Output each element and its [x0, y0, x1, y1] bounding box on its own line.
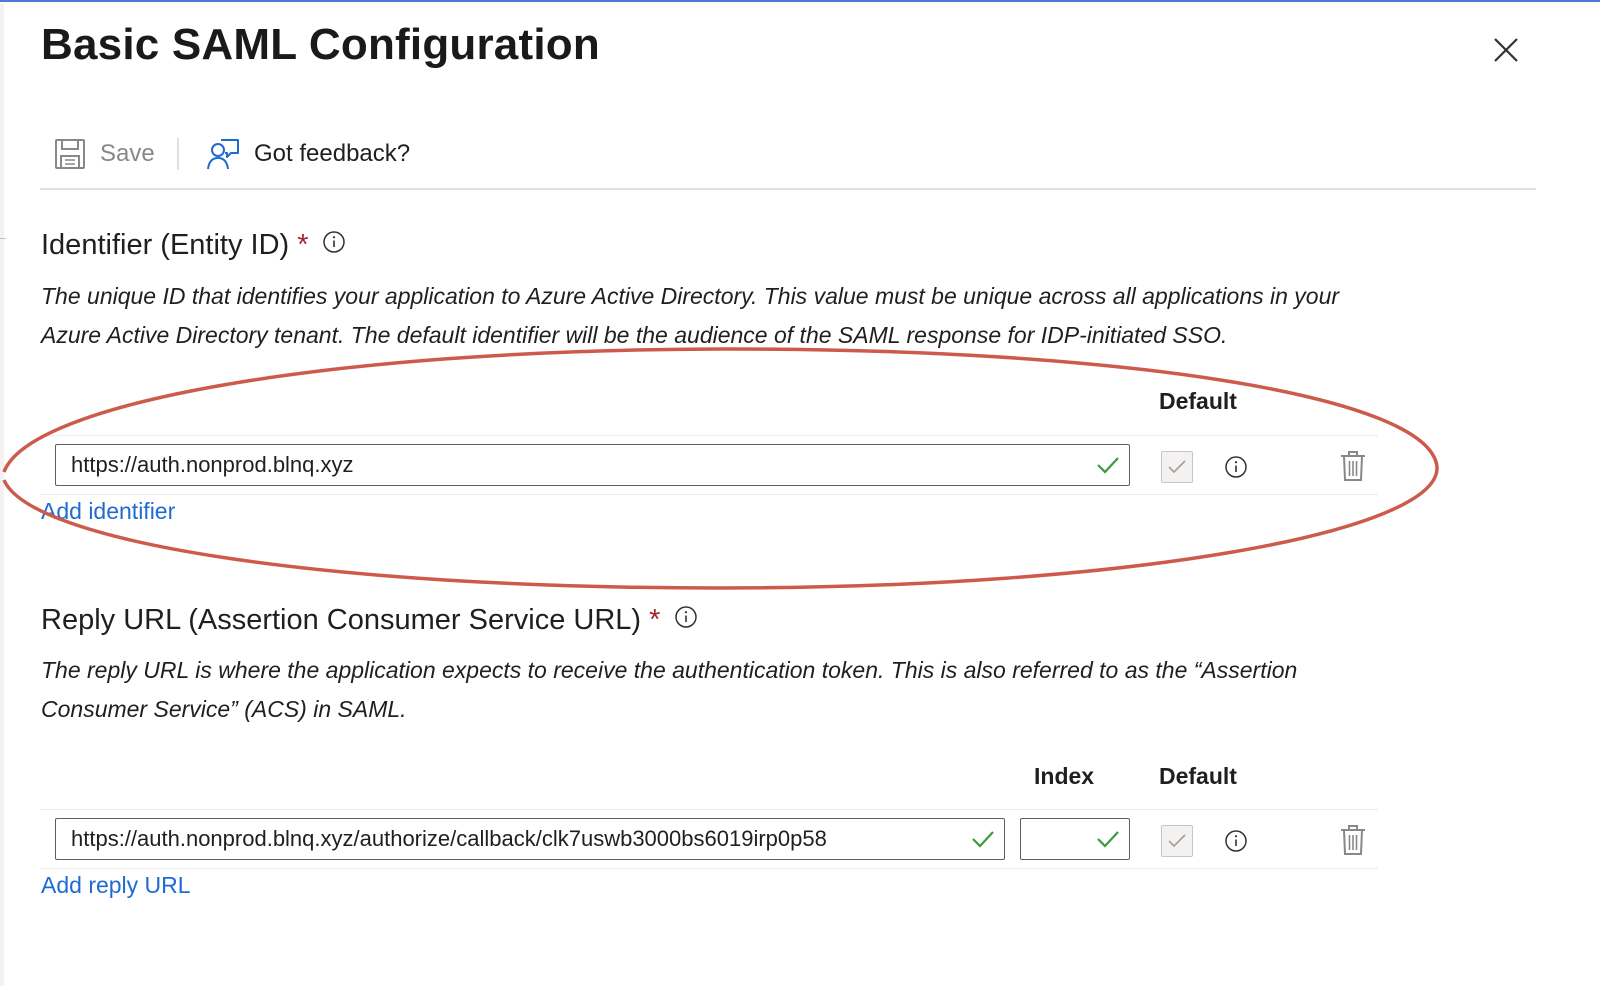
- command-bar: Save Got feedback?: [40, 130, 1536, 190]
- check-icon: [1097, 457, 1119, 474]
- info-icon[interactable]: [1224, 829, 1248, 853]
- left-edge-tick: [0, 238, 6, 239]
- check-icon: [972, 831, 994, 848]
- save-label: Save: [100, 140, 155, 167]
- default-checkbox[interactable]: [1161, 451, 1193, 483]
- check-icon: [1168, 834, 1186, 848]
- check-icon: [1097, 831, 1119, 848]
- panel-title: Basic SAML Configuration: [41, 20, 600, 69]
- identifier-section-title: Identifier (Entity ID) *: [41, 229, 346, 262]
- info-icon[interactable]: [322, 229, 346, 262]
- reply-url-input[interactable]: [55, 818, 1005, 860]
- save-button[interactable]: Save: [54, 136, 155, 172]
- toolbar-separator: [177, 138, 179, 170]
- identifier-title-text: Identifier (Entity ID): [41, 229, 290, 261]
- reply-url-description: The reply URL is where the application e…: [41, 657, 1298, 722]
- add-identifier-link[interactable]: Add identifier: [41, 498, 175, 525]
- close-icon: [1494, 38, 1518, 62]
- identifier-row: [40, 435, 1378, 495]
- feedback-icon: [207, 139, 239, 170]
- required-asterisk: *: [297, 229, 309, 261]
- reply-url-section-title: Reply URL (Assertion Consumer Service UR…: [41, 604, 698, 637]
- identifier-description: The unique ID that identifies your appli…: [41, 283, 1340, 348]
- identifier-default-column-header: Default: [1159, 388, 1237, 414]
- feedback-label: Got feedback?: [254, 140, 411, 167]
- reply-url-default-column-header: Default: [1159, 763, 1237, 789]
- reply-url-title-text: Reply URL (Assertion Consumer Service UR…: [41, 604, 642, 636]
- identifier-input[interactable]: [55, 444, 1130, 486]
- reply-url-row: [40, 809, 1378, 869]
- save-icon: [55, 139, 85, 169]
- required-asterisk: *: [649, 604, 661, 636]
- info-icon[interactable]: [1224, 455, 1248, 479]
- default-checkbox[interactable]: [1161, 825, 1193, 857]
- feedback-button[interactable]: Got feedback?: [206, 136, 410, 172]
- add-reply-url-link[interactable]: Add reply URL: [41, 872, 191, 899]
- trash-icon[interactable]: [1340, 824, 1366, 856]
- check-icon: [1168, 460, 1186, 474]
- reply-url-index-column-header: Index: [1034, 763, 1095, 789]
- trash-icon[interactable]: [1340, 450, 1366, 482]
- close-button[interactable]: [1488, 32, 1524, 68]
- left-edge: [0, 4, 4, 986]
- info-icon[interactable]: [674, 604, 698, 637]
- saml-config-panel: Basic SAML Configuration Save Got feedba…: [0, 0, 1600, 986]
